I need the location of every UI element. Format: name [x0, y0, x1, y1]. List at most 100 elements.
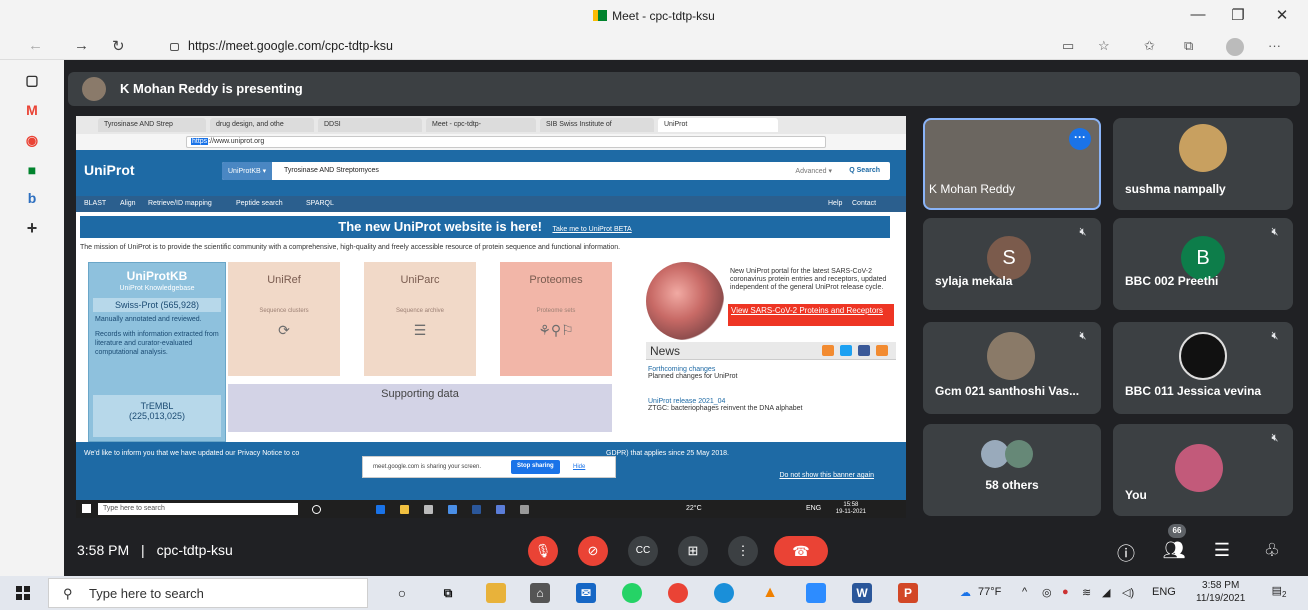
shared-screen: Tyrosinase AND Strep drug design, and ot…	[76, 116, 906, 518]
task-view-icon[interactable]: ⧉	[438, 583, 458, 603]
edge-icon[interactable]	[714, 583, 734, 603]
shared-taskbar: Type here to search 22°C ENG 15:58 19-11…	[76, 500, 906, 518]
search-icon: ⚲	[63, 586, 73, 601]
shared-lang: ENG	[806, 505, 822, 512]
mail-icon[interactable]: ✉	[576, 583, 596, 603]
more-options-button[interactable]: ⋮	[728, 536, 758, 566]
zoom-icon[interactable]	[806, 583, 826, 603]
minimize-button[interactable]: —	[1178, 6, 1218, 23]
participant-tile-presenter[interactable]: ··· K Mohan Reddy	[923, 118, 1101, 210]
collections-icon[interactable]: ⧉	[1184, 38, 1193, 54]
coronavirus-image	[646, 262, 724, 340]
camera-icon[interactable]: ▭	[1062, 38, 1074, 54]
shared-tab: SIB Swiss Institute of	[540, 118, 654, 132]
kb-title: UniProtKB	[126, 269, 188, 283]
shared-tab: drug design, and othe	[210, 118, 314, 132]
meeting-details-icon[interactable]: ⓘ	[1114, 540, 1138, 566]
vlc-icon[interactable]: ▲	[760, 583, 780, 603]
cluster-icon: ⟳	[278, 322, 290, 338]
shared-tab-active: UniProt	[658, 118, 778, 132]
windows-start-icon[interactable]	[16, 586, 30, 600]
taskbar-search[interactable]: ⚲ Type here to search	[48, 578, 368, 608]
kb-subtitle: UniProt Knowledgebase	[119, 285, 195, 292]
taskbar-date: 11/19/2021	[1196, 593, 1246, 604]
url-field[interactable]: https://meet.google.com/cpc-tdtp-ksu	[170, 39, 393, 53]
favorites-icon[interactable]: ✩	[1144, 38, 1155, 54]
self-tile[interactable]: 🔇︎ You	[1113, 424, 1293, 516]
people-icon[interactable]: 👥︎	[1162, 540, 1186, 561]
participant-tile[interactable]: 🔇︎ BBC 011 Jessica vevina	[1113, 322, 1293, 414]
meet-tab-icon[interactable]: ■	[22, 160, 42, 180]
shared-clock: 15:58 19-11-2021	[836, 502, 866, 516]
sharing-message: meet.google.com is sharing your screen.	[373, 464, 482, 470]
captions-button[interactable]: CC	[628, 536, 658, 566]
back-arrow-icon[interactable]: ←	[28, 37, 43, 54]
activities-icon[interactable]: ♧	[1260, 540, 1284, 561]
camera-off-button[interactable]: ⊘	[578, 536, 608, 566]
favorite-add-icon[interactable]: ☆	[1098, 38, 1110, 54]
settings-icon	[520, 505, 529, 514]
forward-arrow-icon[interactable]: →	[74, 37, 89, 54]
present-button[interactable]: ⊞	[678, 536, 708, 566]
tab-actions-icon[interactable]: ▢	[22, 70, 42, 90]
news-header: News	[646, 342, 896, 360]
dont-show-link: Do not show this banner again	[779, 472, 874, 479]
network-icon: ≋	[1082, 587, 1092, 599]
language-indicator[interactable]: ENG	[1152, 586, 1176, 598]
store-icon[interactable]: ⌂	[530, 583, 550, 603]
more-menu-icon[interactable]: ···	[1268, 38, 1281, 53]
uniref-card: UniRef Sequence clusters ⟳	[228, 262, 340, 376]
edge-icon	[376, 505, 385, 514]
chrome-icon[interactable]	[668, 583, 688, 603]
chat-icon[interactable]: ☰	[1210, 540, 1234, 561]
uniprot-db-select: UniProtKB ▾	[222, 162, 273, 180]
cortana-icon[interactable]: ○	[392, 583, 412, 603]
participant-tile[interactable]: sushma nampally	[1113, 118, 1293, 210]
news-text: Planned changes for UniProt	[648, 373, 738, 380]
meet-controls: 3:58 PM | cpc-tdtp-ksu 🎙︎ ⊘ CC ⊞ ⋮ ☎ ⓘ 6…	[64, 524, 1308, 576]
hide-link: Hide	[573, 464, 586, 470]
participant-tile[interactable]: 🔇︎ S sylaja mekala	[923, 218, 1101, 310]
leave-call-button[interactable]: ☎	[774, 536, 828, 566]
shared-search: Type here to search	[98, 503, 298, 515]
mic-off-icon: 🔇︎	[1271, 226, 1279, 238]
others-tile[interactable]: 58 others	[923, 424, 1101, 516]
organisms-icon: ⚘⚲⚐	[538, 322, 574, 338]
participant-photo	[987, 332, 1035, 380]
record-tab-icon[interactable]: ◉	[22, 130, 42, 150]
edge-sidebar: ▢ M ◉ ■ b +	[0, 60, 64, 576]
banner-link: Take me to UniProt BETA	[552, 226, 632, 233]
restore-button[interactable]: ❐	[1218, 6, 1258, 24]
word-icon[interactable]: W	[852, 583, 872, 603]
gmail-tab-icon[interactable]: M	[22, 100, 42, 120]
profile-avatar[interactable]	[1226, 38, 1244, 56]
file-explorer-icon[interactable]	[486, 583, 506, 603]
taskbar-clock[interactable]: 3:58 PM 11/19/2021	[1196, 579, 1245, 605]
uniparc-sub: Sequence archive	[395, 308, 445, 314]
participant-tile[interactable]: 🔇︎ Gcm 021 santhoshi Vas...	[923, 322, 1101, 414]
bing-tab-icon[interactable]: b	[22, 188, 42, 208]
close-window-button[interactable]: ✕	[1262, 6, 1302, 24]
participant-name: Gcm 021 santhoshi Vas...	[935, 384, 1080, 398]
participant-count-badge: 66	[1168, 524, 1186, 538]
new-tab-plus-icon[interactable]: +	[22, 218, 42, 238]
meet-logo-icon	[593, 10, 608, 21]
refresh-icon[interactable]: ↻	[112, 37, 125, 55]
powerpoint-icon[interactable]: P	[898, 583, 918, 603]
whatsapp-icon[interactable]	[622, 583, 642, 603]
shared-tabstrip: Tyrosinase AND Strep drug design, and ot…	[76, 116, 906, 134]
address-bar: ← → ↻ https://meet.google.com/cpc-tdtp-k…	[0, 34, 1308, 60]
uniref-title: UniRef	[267, 274, 301, 286]
volume-icon: ◁)	[1122, 587, 1135, 599]
nav-sparql: SPARQL	[306, 200, 334, 207]
tray-chevron-icon[interactable]: ^	[1022, 586, 1027, 598]
nav-contact: Contact	[852, 200, 877, 207]
participant-tile[interactable]: 🔇︎ B BBC 002 Preethi	[1113, 218, 1293, 310]
zoom-icon	[496, 505, 505, 514]
participant-photo	[1179, 124, 1227, 172]
mic-off-icon: 🔇︎	[1079, 226, 1087, 238]
more-options-icon[interactable]: ···	[1069, 128, 1091, 150]
wifi-icon: ◢	[1102, 587, 1111, 599]
notification-center-icon[interactable]: ▤2	[1268, 584, 1290, 602]
mic-off-button[interactable]: 🎙︎	[528, 536, 558, 566]
